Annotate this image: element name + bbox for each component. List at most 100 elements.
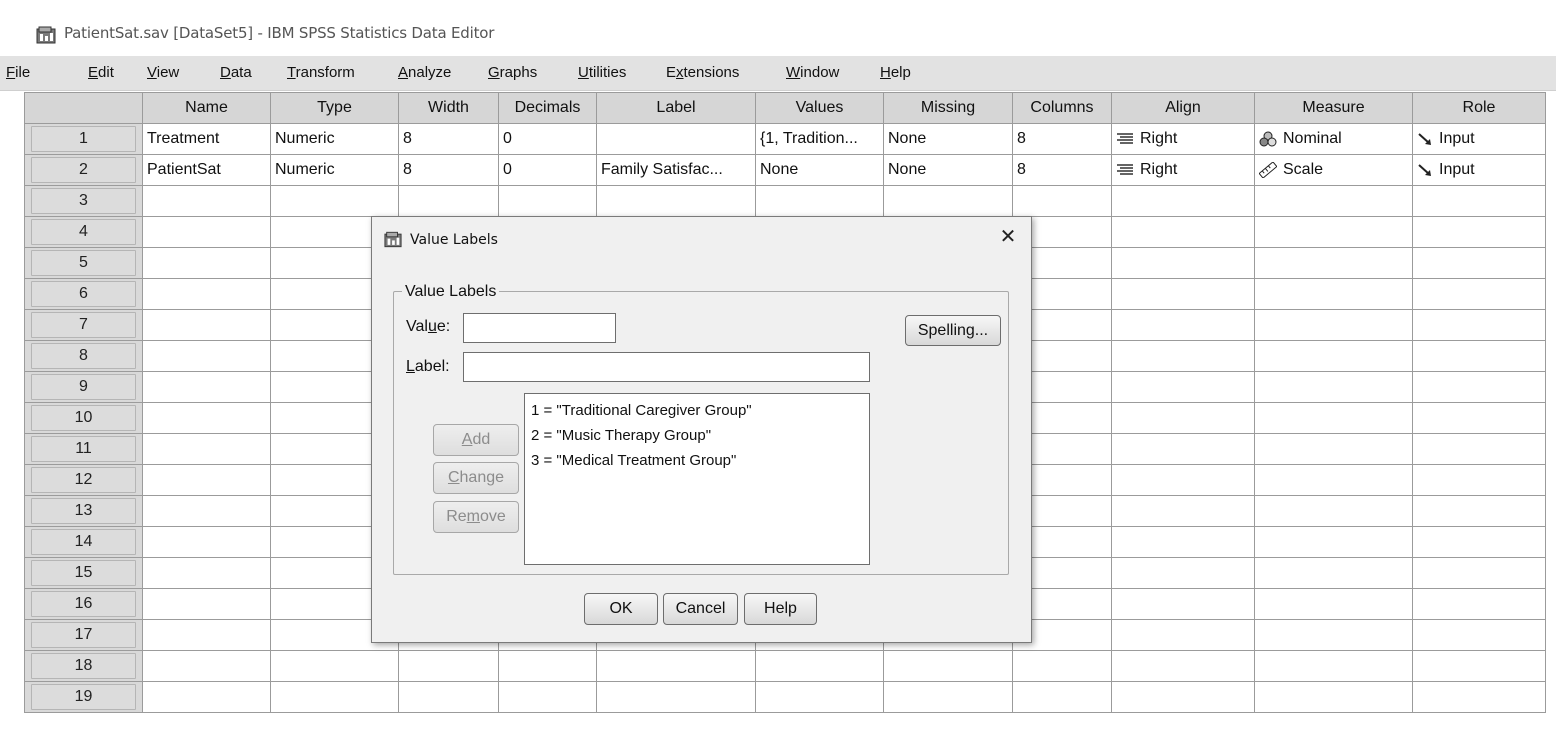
empty-cell[interactable] [270,681,399,713]
change-button[interactable]: Change [433,462,519,494]
empty-cell[interactable] [1254,340,1413,372]
empty-cell[interactable] [142,557,271,589]
empty-cell[interactable] [1111,309,1255,341]
cell-name[interactable]: Treatment [142,123,271,155]
empty-cell[interactable] [142,340,271,372]
column-header-type[interactable]: Type [270,92,399,124]
column-header-width[interactable]: Width [398,92,499,124]
empty-cell[interactable] [142,619,271,651]
cell-role[interactable]: Input [1412,123,1546,155]
empty-cell[interactable] [1111,278,1255,310]
list-item[interactable]: 2 = "Music Therapy Group" [531,427,711,444]
row-header[interactable]: 4 [24,216,143,248]
empty-cell[interactable] [1254,464,1413,496]
cell-align[interactable]: Right [1111,123,1255,155]
empty-cell[interactable] [1012,650,1112,682]
empty-cell[interactable] [142,588,271,620]
empty-cell[interactable] [1111,619,1255,651]
empty-cell[interactable] [142,402,271,434]
spelling-button[interactable]: Spelling... [905,315,1001,346]
menu-edit[interactable]: Edit [88,64,114,81]
menu-view[interactable]: View [147,64,179,81]
empty-cell[interactable] [1111,216,1255,248]
cell-measure[interactable]: Nominal [1254,123,1413,155]
empty-cell[interactable] [142,433,271,465]
empty-cell[interactable] [1254,309,1413,341]
row-header[interactable]: 6 [24,278,143,310]
empty-cell[interactable] [1254,185,1413,217]
empty-cell[interactable] [142,216,271,248]
row-header[interactable]: 14 [24,526,143,558]
row-header[interactable]: 12 [24,464,143,496]
empty-cell[interactable] [1412,247,1546,279]
empty-cell[interactable] [1111,340,1255,372]
column-header-decimals[interactable]: Decimals [498,92,597,124]
empty-cell[interactable] [1254,402,1413,434]
row-header[interactable]: 10 [24,402,143,434]
column-header-name[interactable]: Name [142,92,271,124]
row-header[interactable]: 18 [24,650,143,682]
menu-analyze[interactable]: Analyze [398,64,451,81]
empty-cell[interactable] [755,650,884,682]
menu-graphs[interactable]: Graphs [488,64,537,81]
value-labels-list[interactable]: 1 = "Traditional Caregiver Group" 2 = "M… [524,393,870,565]
empty-cell[interactable] [1412,309,1546,341]
empty-cell[interactable] [1254,371,1413,403]
empty-cell[interactable] [1412,681,1546,713]
empty-cell[interactable] [1254,619,1413,651]
remove-button[interactable]: Remove [433,501,519,533]
empty-cell[interactable] [1412,371,1546,403]
empty-cell[interactable] [755,681,884,713]
empty-cell[interactable] [1111,185,1255,217]
row-header[interactable]: 17 [24,619,143,651]
menu-extensions[interactable]: Extensions [666,64,739,81]
empty-cell[interactable] [883,185,1013,217]
empty-cell[interactable] [398,681,499,713]
empty-cell[interactable] [1254,433,1413,465]
row-header[interactable]: 7 [24,309,143,341]
empty-cell[interactable] [1412,619,1546,651]
empty-cell[interactable] [142,526,271,558]
empty-cell[interactable] [142,681,271,713]
empty-cell[interactable] [1412,650,1546,682]
cell-missing[interactable]: None [883,154,1013,186]
empty-cell[interactable] [596,185,756,217]
empty-cell[interactable] [1254,247,1413,279]
empty-cell[interactable] [142,371,271,403]
cell-columns[interactable]: 8 [1012,154,1112,186]
cell-measure[interactable]: Scale [1254,154,1413,186]
value-input[interactable] [463,313,616,343]
row-header[interactable]: 19 [24,681,143,713]
menu-data[interactable]: Data [220,64,252,81]
empty-cell[interactable] [1412,433,1546,465]
cell-label[interactable]: Family Satisfac... [596,154,756,186]
empty-cell[interactable] [142,650,271,682]
empty-cell[interactable] [1254,278,1413,310]
column-header-values[interactable]: Values [755,92,884,124]
empty-cell[interactable] [498,185,597,217]
empty-cell[interactable] [755,185,884,217]
cell-decimals[interactable]: 0 [498,154,597,186]
empty-cell[interactable] [1412,495,1546,527]
column-header-missing[interactable]: Missing [883,92,1013,124]
empty-cell[interactable] [1412,526,1546,558]
empty-cell[interactable] [1254,495,1413,527]
menu-transform[interactable]: Transform [287,64,355,81]
empty-cell[interactable] [1412,588,1546,620]
empty-cell[interactable] [1254,526,1413,558]
cell-columns[interactable]: 8 [1012,123,1112,155]
help-button[interactable]: Help [744,593,817,625]
list-item[interactable]: 1 = "Traditional Caregiver Group" [531,402,752,419]
empty-cell[interactable] [596,681,756,713]
cell-width[interactable]: 8 [398,154,499,186]
menu-file[interactable]: File [6,64,30,81]
empty-cell[interactable] [142,278,271,310]
empty-cell[interactable] [1111,371,1255,403]
close-icon[interactable]: ✕ [998,227,1018,247]
empty-cell[interactable] [1012,681,1112,713]
empty-cell[interactable] [1254,650,1413,682]
empty-cell[interactable] [142,495,271,527]
menu-utilities[interactable]: Utilities [578,64,626,81]
cell-missing[interactable]: None [883,123,1013,155]
empty-cell[interactable] [1254,588,1413,620]
